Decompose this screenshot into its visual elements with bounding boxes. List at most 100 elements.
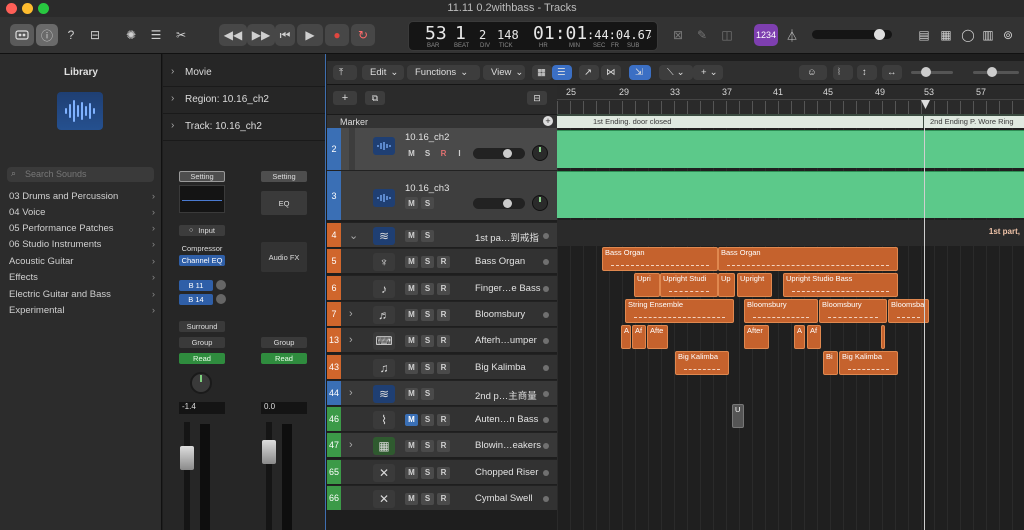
library-toggle-button[interactable] <box>10 24 34 46</box>
mute-button[interactable]: M <box>405 282 418 295</box>
midi-region-upright[interactable]: Upright Studi <box>660 273 718 297</box>
editors-button[interactable]: ✂ <box>170 24 192 46</box>
track-header[interactable]: 13 › ⌨ M S R Afterh…umper <box>327 327 557 352</box>
midi-region-big-kalimba[interactable]: Bi <box>823 351 838 375</box>
inspector-region-row[interactable]: › Region: 10.16_ch2 <box>163 87 325 114</box>
record-enable-button[interactable]: R <box>437 334 450 347</box>
track-name[interactable]: Blowin…eakers <box>475 440 541 451</box>
track-header[interactable]: 7 › ♬ M S R Bloomsbury <box>327 301 557 326</box>
track-header[interactable]: 46 ⌇ M S R Auten…n Bass <box>327 406 557 431</box>
mute-button[interactable]: M <box>405 308 418 321</box>
track-name[interactable]: Auten…n Bass <box>475 414 538 425</box>
solo-button[interactable]: S <box>421 334 434 347</box>
quick-help-button[interactable]: ? <box>60 24 82 46</box>
library-item-effects[interactable]: Effects › <box>9 272 159 288</box>
midi-region-afterhours[interactable]: Af <box>807 325 821 349</box>
pointer-tool-menu[interactable]: ⟍ ⌄ <box>659 65 693 80</box>
disclosure-triangle-icon[interactable]: › <box>349 387 353 399</box>
solo-button[interactable]: S <box>421 439 434 452</box>
browsers-button[interactable]: ▥ <box>978 24 998 46</box>
track-header[interactable]: 43 ♫ M S R Big Kalimba <box>327 354 557 379</box>
horizontal-zoom-slider[interactable] <box>973 67 1019 77</box>
global-tracks-button[interactable]: ⊟ <box>527 91 547 105</box>
strip1-send-knob-1[interactable] <box>216 280 226 290</box>
chevron-down-icon[interactable]: ⌄ <box>645 30 653 41</box>
grid-view-button[interactable]: ▦ <box>532 65 552 80</box>
mute-button[interactable]: M <box>405 413 418 426</box>
disclosure-triangle-icon[interactable]: › <box>349 334 353 346</box>
solo-button[interactable]: S <box>421 255 434 268</box>
solo-mode-button[interactable]: ◫ <box>716 24 738 46</box>
strip1-eq-thumbnail[interactable] <box>179 185 225 213</box>
folder-lane-1st-part[interactable]: 1st part, <box>557 220 1024 246</box>
marker-1st-ending[interactable]: 1st Ending. door closed <box>557 116 923 128</box>
track-header[interactable]: 5 ♆ M S R Bass Organ <box>327 248 557 273</box>
track-pan-knob[interactable] <box>532 195 548 211</box>
record-enable-button[interactable]: R <box>437 439 450 452</box>
list-view-button[interactable]: ☰ <box>552 65 572 80</box>
functions-menu[interactable]: Functions ⌄ <box>407 65 480 80</box>
midi-region-afterhours[interactable]: Afte <box>647 325 668 349</box>
track-header[interactable]: 65 ✕ M S R Chopped Riser <box>327 459 557 484</box>
track-header-10-16-ch3[interactable]: 3 10.16_ch3 M S <box>327 170 557 220</box>
command-tool-menu[interactable]: + ⌄ <box>693 65 723 80</box>
replace-button[interactable]: ⊠ <box>667 24 689 46</box>
record-enable-button[interactable]: R <box>437 147 450 159</box>
loop-browser-button[interactable]: ◯ <box>958 24 978 46</box>
view-menu[interactable]: View ⌄ <box>483 65 525 80</box>
track-header[interactable]: 44 › ≋ M S 2nd p…主商量 <box>327 380 557 405</box>
midi-region-upright[interactable]: Up <box>718 273 735 297</box>
record-button[interactable]: ● <box>325 24 349 46</box>
mute-button[interactable]: M <box>405 197 418 209</box>
record-enable-button[interactable]: R <box>437 361 450 374</box>
solo-button[interactable]: S <box>421 229 434 242</box>
record-enable-button[interactable]: R <box>437 413 450 426</box>
track-header[interactable]: 4 ⌄ ≋ M S 1st pa…到戒指 <box>327 222 557 247</box>
metronome-button[interactable]: ⏃ <box>782 24 802 46</box>
solo-button[interactable]: S <box>421 387 434 400</box>
mute-button[interactable]: M <box>405 492 418 505</box>
list-editors-button[interactable]: ▤ <box>914 24 934 46</box>
display-options-button[interactable]: ☺ <box>799 65 827 80</box>
inspector-track-row[interactable]: › Track: 10.16_ch2 <box>163 114 325 141</box>
track-header[interactable]: 47 › ▦ M S R Blowin…eakers <box>327 432 557 457</box>
master-volume-slider[interactable] <box>812 29 892 40</box>
notepad-button[interactable]: ▦ <box>936 24 956 46</box>
marker-2nd-ending[interactable]: 2nd Ending P. Wore Ring <box>924 116 1024 128</box>
midi-region-upright[interactable]: Upright <box>737 273 772 297</box>
track-name[interactable]: 10.16_ch3 <box>405 183 449 194</box>
track-name[interactable]: Bass Organ <box>475 256 525 267</box>
strip2-fader-cap[interactable] <box>262 440 276 464</box>
add-marker-icon[interactable]: + <box>543 116 553 126</box>
track-header[interactable]: 66 ✕ M S R Cymbal Swell <box>327 485 557 510</box>
go-to-beginning-button[interactable]: ⏮ <box>275 24 295 46</box>
mute-button[interactable]: M <box>405 387 418 400</box>
track-header-10-16-ch2[interactable]: 2 10.16_ch2 M S R I <box>327 128 557 170</box>
mute-button[interactable]: M <box>405 229 418 242</box>
record-enable-button[interactable]: R <box>437 308 450 321</box>
strip2-setting-button[interactable]: Setting <box>261 171 307 182</box>
lcd-display[interactable]: 53 1 2 148 01:01 :44:04.67 BAR BEAT DIV … <box>408 21 658 51</box>
library-search-input[interactable]: ⌕ Search Sounds <box>7 167 154 182</box>
edit-menu[interactable]: Edit ⌄ <box>362 65 404 80</box>
mixer-button[interactable]: ☰ <box>145 24 167 46</box>
midi-region-afterhours[interactable] <box>881 325 885 349</box>
midi-region-bass-organ[interactable]: Bass Organ <box>602 247 718 271</box>
midi-region-afterhours[interactable]: A <box>621 325 631 349</box>
vertical-zoom-button[interactable]: ↕ <box>857 65 877 80</box>
record-enable-button[interactable]: R <box>437 466 450 479</box>
strip2-audio-fx-slot[interactable]: Audio FX <box>261 242 307 272</box>
mute-button[interactable]: M <box>405 439 418 452</box>
strip1-input-button[interactable]: ○ Input <box>179 225 225 236</box>
solo-button[interactable]: S <box>421 197 434 209</box>
strip2-eq-button[interactable]: EQ <box>261 191 307 215</box>
strip1-send-bus-11[interactable]: B 11 <box>179 280 213 291</box>
midi-region-upright-studio-bass[interactable]: Upright Studio Bass <box>783 273 898 297</box>
audio-region-10-16-ch2[interactable] <box>557 130 1024 168</box>
library-item-performance[interactable]: 05 Performance Patches › <box>9 223 159 239</box>
record-enable-button[interactable]: R <box>437 492 450 505</box>
snap-button[interactable]: ↗ <box>579 65 599 80</box>
strip2-fader-track[interactable] <box>266 422 272 530</box>
library-item-acoustic-guitar[interactable]: Acoustic Guitar › <box>9 256 159 272</box>
solo-button[interactable]: S <box>421 492 434 505</box>
